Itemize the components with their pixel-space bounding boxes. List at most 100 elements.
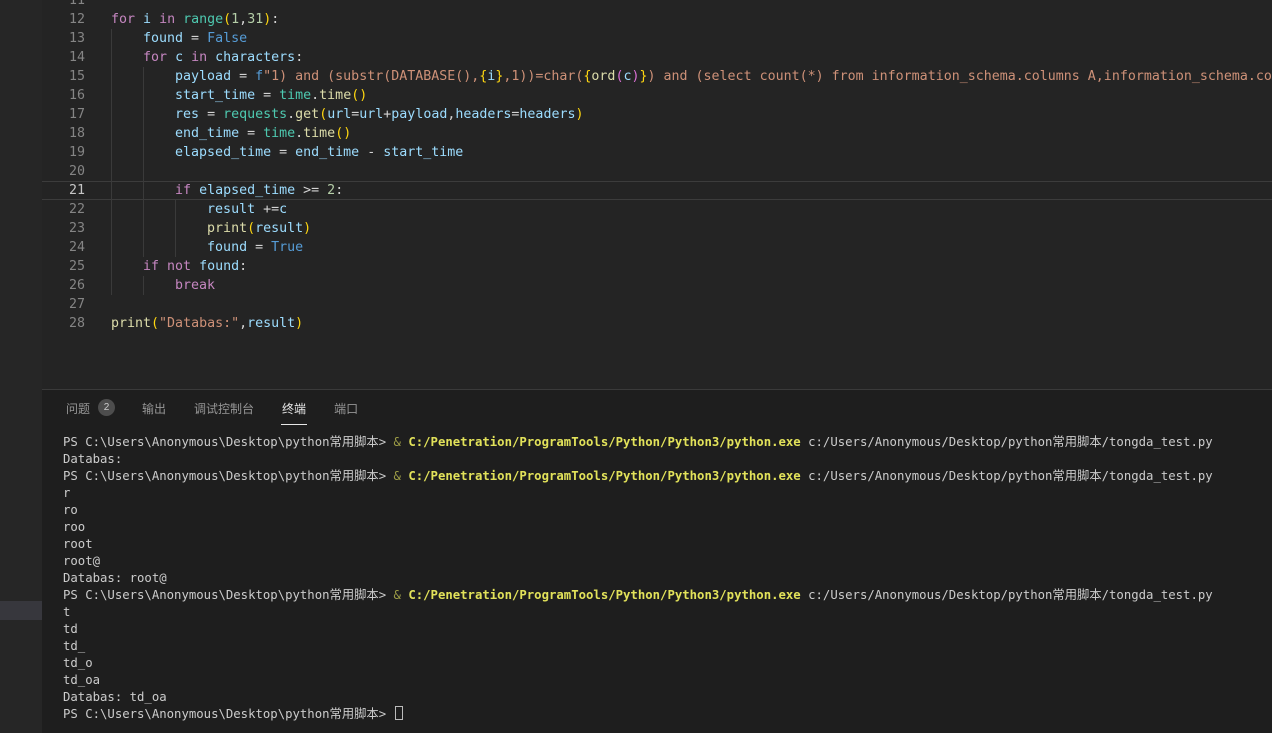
code-line: 12for i in range(1,31): <box>42 10 1272 29</box>
indent-guide <box>111 29 143 48</box>
code-line: 14 for c in characters: <box>42 48 1272 67</box>
terminal-line: Databas: <box>63 451 1272 468</box>
line-number: 12 <box>42 10 111 29</box>
code-token <box>135 12 143 27</box>
code-token: for <box>111 12 135 27</box>
terminal-text: td_oa <box>63 673 100 687</box>
code-token: . <box>295 126 303 141</box>
code-token: found <box>207 240 247 255</box>
code-token: 31 <box>247 12 263 27</box>
line-number: 15 <box>42 67 111 86</box>
terminal-text: t <box>63 605 70 619</box>
terminal-text: & <box>394 469 409 483</box>
terminal-text: Databas: <box>63 452 122 466</box>
terminal[interactable]: PS C:\Users\Anonymous\Desktop\python常用脚本… <box>42 424 1272 733</box>
panel-tab-label: 终端 <box>281 390 307 425</box>
terminal-text: td <box>63 622 78 636</box>
line-number: 21 <box>42 181 111 200</box>
panel-tab-terminal[interactable]: 终端 <box>281 390 307 424</box>
code-line: 18 end_time = time.time() <box>42 124 1272 143</box>
terminal-line: PS C:\Users\Anonymous\Desktop\python常用脚本… <box>63 706 1272 723</box>
code-text: print(result) <box>111 219 1272 238</box>
code-token: ord <box>591 69 615 84</box>
code-token: time <box>303 126 335 141</box>
code-token: print <box>207 221 247 236</box>
terminal-line: PS C:\Users\Anonymous\Desktop\python常用脚本… <box>63 434 1272 451</box>
code-token: 1 <box>231 12 239 27</box>
terminal-text: td_ <box>63 639 85 653</box>
code-editor[interactable]: 1112for i in range(1,31):13 found = Fals… <box>42 0 1272 389</box>
code-token: - <box>359 145 383 160</box>
code-token: get <box>295 107 319 122</box>
code-token: end_time <box>295 145 359 160</box>
code-token: in <box>159 12 175 27</box>
terminal-text: ro <box>63 503 78 517</box>
vscode-window: 1112for i in range(1,31):13 found = Fals… <box>0 0 1272 733</box>
code-token: time <box>263 126 295 141</box>
code-token: : <box>295 50 303 65</box>
code-token: characters <box>215 50 295 65</box>
code-token: f <box>255 69 263 84</box>
code-token: = <box>239 126 263 141</box>
panel-tab-label: 问题 <box>65 390 91 425</box>
code-token: elapsed_time <box>199 183 295 198</box>
panel-tab-ports[interactable]: 端口 <box>333 390 359 424</box>
code-token: , <box>239 316 247 331</box>
line-number: 17 <box>42 105 111 124</box>
line-number: 24 <box>42 238 111 257</box>
code-text: payload = f"1) and (substr(DATABASE(),{i… <box>111 67 1272 86</box>
line-number: 27 <box>42 295 111 314</box>
code-token: False <box>207 31 247 46</box>
code-text <box>111 162 1272 181</box>
code-token: requests <box>223 107 287 122</box>
terminal-line: td_o <box>63 655 1272 672</box>
code-token: payload <box>175 69 231 84</box>
code-token: = <box>183 31 207 46</box>
code-token <box>175 12 183 27</box>
indent-guide <box>111 143 143 162</box>
code-token: ( <box>151 316 159 331</box>
code-token: True <box>271 240 303 255</box>
code-text: end_time = time.time() <box>111 124 1272 143</box>
code-text <box>111 0 1272 10</box>
indent-guide <box>111 124 143 143</box>
code-token: "Databas:" <box>159 316 239 331</box>
panel-tab-label: 端口 <box>333 390 359 425</box>
panel-tab-problems[interactable]: 问题2 <box>65 390 115 424</box>
line-number: 18 <box>42 124 111 143</box>
code-token: not <box>167 259 191 274</box>
code-token: () <box>351 88 367 103</box>
indent-guide <box>175 238 207 257</box>
panel-tab-bar: 问题2 输出调试控制台终端端口 <box>42 390 1272 424</box>
panel-tab-label: 调试控制台 <box>193 390 255 425</box>
indent-guide <box>111 219 143 238</box>
left-rail <box>0 0 42 733</box>
code-token: i <box>143 12 151 27</box>
code-token: ( <box>247 221 255 236</box>
code-text: print("Databas:",result) <box>111 314 1272 333</box>
line-number: 23 <box>42 219 111 238</box>
code-token: ) and (select count(*) from information_… <box>648 69 1272 84</box>
code-token: = <box>271 145 295 160</box>
terminal-text: c:/Users/Anonymous/Desktop/python常用脚本/to… <box>801 469 1213 483</box>
code-token: : <box>271 12 279 27</box>
terminal-text: PS C:\Users\Anonymous\Desktop\python常用脚本… <box>63 707 394 721</box>
panel-tab-debug-console[interactable]: 调试控制台 <box>193 390 255 424</box>
code-token: () <box>335 126 351 141</box>
terminal-text: C:/Penetration/ProgramTools/Python/Pytho… <box>408 588 800 602</box>
code-token: ) <box>575 107 583 122</box>
line-number: 11 <box>42 0 111 10</box>
code-token: start_time <box>175 88 255 103</box>
code-line: 15 payload = f"1) and (substr(DATABASE()… <box>42 67 1272 86</box>
terminal-line: td <box>63 621 1272 638</box>
terminal-text: PS C:\Users\Anonymous\Desktop\python常用脚本… <box>63 435 394 449</box>
line-number: 25 <box>42 257 111 276</box>
code-text: for i in range(1,31): <box>111 10 1272 29</box>
code-token: elapsed_time <box>175 145 271 160</box>
terminal-text: c:/Users/Anonymous/Desktop/python常用脚本/to… <box>801 435 1213 449</box>
panel-tab-output[interactable]: 输出 <box>141 390 167 424</box>
terminal-line: r <box>63 485 1272 502</box>
indent-guide <box>143 181 175 200</box>
code-token: c <box>175 50 183 65</box>
indent-guide <box>143 238 175 257</box>
